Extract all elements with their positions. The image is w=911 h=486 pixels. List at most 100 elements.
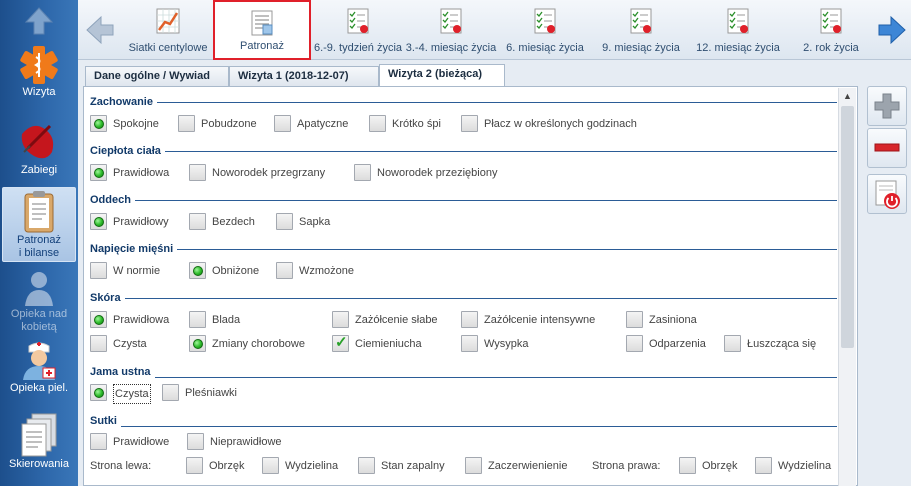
section-divider (90, 298, 837, 299)
toolbar-siatki-centylowe[interactable]: Siatki centylowe (124, 0, 212, 60)
checkbox (369, 115, 386, 132)
close-document-button[interactable] (867, 174, 907, 214)
option-label: Wydzielina (778, 460, 832, 472)
radio-box (332, 311, 349, 328)
selected-dot-icon (193, 266, 203, 276)
section-title-jama-ustna: Jama ustna (90, 366, 155, 378)
toolbar-6-9-tydzien[interactable]: 6.-9. tydzień życia (312, 0, 404, 60)
selected-dot-icon (94, 119, 104, 129)
radio-box (90, 433, 107, 450)
tab-label: Wizyta 2 (bieżąca) (388, 68, 483, 80)
tab-label: Dane ogólne / Wywiad (94, 70, 210, 82)
option-label: Czysta (113, 384, 151, 404)
checklist-icon (347, 8, 369, 34)
toolbar-3-4-miesiac[interactable]: 3.-4. miesiąc życia (404, 0, 498, 60)
radio-box (90, 311, 107, 328)
option-label: Prawidłowy (113, 216, 169, 228)
scroll-thumb[interactable] (841, 106, 854, 348)
radio-box (189, 335, 206, 352)
checkbox (189, 213, 206, 230)
toolbar-2-rok[interactable]: 2. rok życia (790, 0, 872, 60)
toolbar-item-label: 2. rok życia (803, 42, 859, 54)
option-label: Blada (212, 314, 241, 326)
checkmark-icon: ✓ (335, 334, 348, 351)
checkbox (755, 457, 772, 474)
sidebar-item-label: Opieka piel. (9, 382, 69, 394)
minus-icon (874, 143, 900, 152)
option-label: Wysypka (484, 338, 529, 350)
checkbox (626, 335, 643, 352)
radio-box (90, 335, 107, 352)
radio-box (90, 262, 107, 279)
checkbox (162, 384, 179, 401)
checklist-icon (727, 8, 749, 34)
option-label: Stan zapalny (381, 460, 445, 472)
option-label: Krótko śpi (392, 118, 441, 130)
sidebar-item-patronaz[interactable]: Patronaż i bilanse (2, 187, 76, 262)
tab-wizyta-2[interactable]: Wizyta 2 (bieżąca) (379, 64, 505, 86)
radio-box (276, 262, 293, 279)
add-button[interactable] (867, 86, 907, 126)
radio-box (178, 115, 195, 132)
option-label: Prawidłowa (113, 167, 170, 179)
checklist-icon (440, 8, 462, 34)
section-title-skora: Skóra (90, 292, 125, 304)
toolbar-item-label: Siatki centylowe (128, 42, 208, 54)
checkbox (679, 457, 696, 474)
sidebar-item-opieka-piel[interactable]: Opieka piel. (0, 338, 78, 404)
section-divider (90, 426, 837, 427)
scroll-up-arrow-icon[interactable] (23, 5, 55, 37)
option-label: Zasiniona (649, 314, 697, 326)
radio-box (626, 311, 643, 328)
toolbar-patronaz[interactable]: Patronaż (213, 0, 311, 60)
section-title-napiecie: Napięcie mięśni (90, 243, 178, 255)
radio-box (461, 311, 478, 328)
toolbar-item-label: 12. miesiąc życia (696, 42, 780, 54)
sidebar-item-zabiegi[interactable]: Zabiegi (0, 118, 78, 182)
section-title-zachowanie: Zachowanie (90, 96, 157, 108)
radio-box (187, 433, 204, 450)
tab-wizyta-1[interactable]: Wizyta 1 (2018-12-07) (229, 66, 379, 86)
toolbar-9-miesiac[interactable]: 9. miesiąc życia (592, 0, 690, 60)
sidebar-item-label-1: Patronaż (16, 234, 62, 246)
section-divider (90, 151, 837, 152)
scroll-up-button[interactable]: ▲ (839, 88, 856, 105)
option-label: Noworodek przeziębiony (377, 167, 498, 179)
toolbar-12-miesiac[interactable]: 12. miesiąc życia (690, 0, 786, 60)
medical-star-icon (20, 46, 58, 84)
remove-button[interactable] (867, 128, 907, 168)
syringe-icon (21, 124, 54, 159)
option-label: Zmiany chorobowe (212, 338, 305, 350)
option-label: Nieprawidłowe (210, 436, 282, 448)
option-label: Wydzielina (285, 460, 339, 472)
top-toolbar: Siatki centylowe Patronaż 6.-9. tydzień … (78, 0, 911, 60)
toolbar-6-miesiac[interactable]: 6. miesiąc życia (498, 0, 592, 60)
option-label: Prawidłowe (113, 436, 170, 448)
tab-label: Wizyta 1 (2018-12-07) (238, 70, 349, 82)
clipboard-icon (24, 191, 54, 233)
document-power-icon (875, 180, 900, 209)
option-label: Zażółcenie słabe (355, 314, 438, 326)
documents-icon (21, 413, 57, 457)
toolbar-item-label: 6. miesiąc życia (506, 42, 584, 54)
strona-prawa-label: Strona prawa: (592, 460, 661, 472)
nav-right-arrow-icon[interactable] (876, 14, 908, 46)
option-label: Noworodek przegrzany (212, 167, 326, 179)
sidebar-item-label: Skierowania (9, 458, 69, 470)
option-label: Obrzęk (702, 460, 738, 472)
tab-dane-ogolne[interactable]: Dane ogólne / Wywiad (85, 66, 229, 86)
left-sidebar: Wizyta Zabiegi Patronaż i bilanse Opieka… (0, 0, 78, 486)
option-label: Obrzęk (209, 460, 245, 472)
section-divider (90, 200, 837, 201)
option-label: Pleśniawki (185, 387, 237, 399)
sidebar-item-wizyta[interactable]: Wizyta (0, 44, 78, 108)
sidebar-item-skierowania[interactable]: Skierowania (0, 412, 78, 482)
sidebar-item-label-1: Opieka nad (10, 308, 68, 320)
checklist-icon (534, 8, 556, 34)
vertical-scrollbar[interactable]: ▲ (838, 88, 856, 486)
sidebar-item-opieka-nad-kobieta[interactable]: Opieka nad kobietą (0, 268, 78, 338)
option-label: Płacz w określonych godzinach (484, 118, 637, 130)
nav-left-arrow-icon[interactable] (84, 14, 116, 46)
option-label: Wzmożone (299, 265, 355, 277)
checklist-icon (630, 8, 652, 34)
